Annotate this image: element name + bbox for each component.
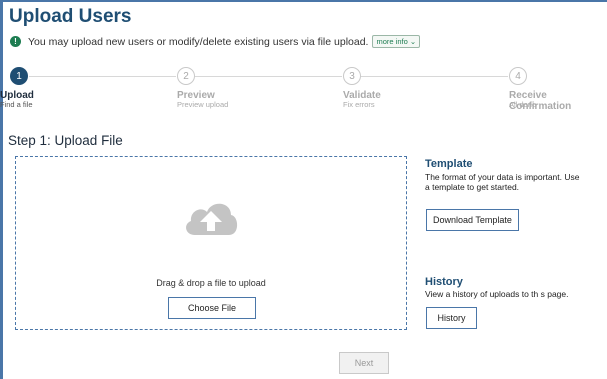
history-text: View a history of uploads to th s page. [425, 289, 569, 299]
step-1-indicator: 1 [10, 67, 28, 85]
step-3-indicator: 3 [343, 67, 361, 85]
template-heading: Template [425, 158, 473, 170]
history-heading: History [425, 276, 463, 288]
info-message: You may upload new users or modify/delet… [28, 35, 369, 48]
step-4-indicator: 4 [509, 67, 527, 85]
step-2-indicator: 2 [177, 67, 195, 85]
frame-top-border [0, 0, 607, 2]
stepper-connector [29, 76, 176, 77]
step-3-subtitle: Fix errors [343, 100, 375, 109]
info-banner: ! You may upload new users or modify/del… [10, 35, 421, 48]
stepper-connector [361, 76, 508, 77]
more-info-label: more info [376, 37, 408, 46]
frame-left-border [0, 0, 3, 379]
template-text: The format of your data is important. Us… [425, 172, 580, 192]
history-button[interactable]: History [426, 307, 477, 329]
choose-file-button[interactable]: Choose File [168, 297, 256, 319]
info-circle-icon: ! [10, 36, 21, 47]
dropzone-text: Drag & drop a file to upload [156, 278, 266, 288]
stepper-connector [195, 76, 342, 77]
cloud-upload-icon [186, 203, 238, 235]
step-1-subtitle: Find a file [0, 100, 33, 109]
download-template-button[interactable]: Download Template [426, 209, 519, 231]
file-dropzone[interactable]: Drag & drop a file to upload Choose File [15, 156, 407, 330]
next-button[interactable]: Next [339, 352, 389, 374]
step-2-subtitle: Preview upload [177, 100, 229, 109]
section-heading: Step 1: Upload File [8, 133, 123, 148]
step-4-subtitle: All done [509, 100, 537, 109]
page-title: Upload Users [9, 6, 132, 27]
more-info-button[interactable]: more info ⌄ [372, 35, 421, 48]
chevron-down-icon: ⌄ [409, 37, 417, 46]
